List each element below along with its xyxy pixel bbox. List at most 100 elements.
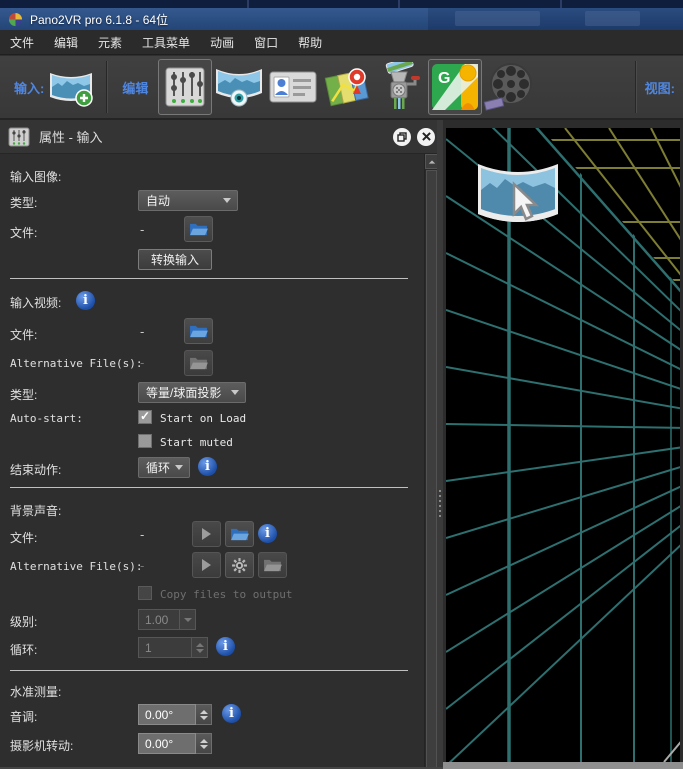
viewing-parameters-button[interactable] [212, 59, 266, 115]
corner-line [664, 738, 680, 762]
chevron-down-icon [184, 618, 192, 622]
sliders-icon [8, 127, 30, 147]
roll-spinner[interactable]: 0.00° [138, 733, 212, 754]
chevron-up-icon [196, 643, 204, 647]
info-icon[interactable]: i [216, 637, 235, 656]
background-divider [560, 0, 562, 8]
panorama-drop-icon [478, 164, 558, 222]
add-input-button[interactable] [44, 59, 98, 115]
panorama-eye-icon [214, 65, 264, 109]
window-title: Pano2VR pro 6.1.8 - 64位 [30, 11, 168, 28]
sound-file-value: - [140, 527, 144, 542]
play-sound-button[interactable] [192, 521, 221, 547]
street-view-button[interactable]: G [428, 59, 482, 115]
scrollbar-thumb[interactable] [426, 170, 437, 768]
loop-value: 1 [138, 637, 192, 658]
map-pin-icon [324, 64, 370, 110]
menu-tools[interactable]: 工具菜单 [132, 30, 200, 55]
projection-type-dropdown[interactable]: 等量/球面投影 [138, 382, 246, 403]
convert-input-button[interactable]: 转换输入 [138, 249, 212, 270]
viewport-canvas[interactable] [446, 128, 680, 762]
open-alt-sound-button[interactable] [258, 552, 287, 578]
toolbar-separator [635, 61, 637, 113]
panel-title: 属性 - 输入 [39, 127, 103, 146]
info-icon[interactable]: i [222, 704, 241, 723]
menu-animation[interactable]: 动画 [200, 30, 244, 55]
chevron-down-icon [223, 198, 231, 203]
properties-button[interactable] [158, 59, 212, 115]
alt-files-value: - [140, 355, 144, 370]
loop-spinner[interactable]: 1 [138, 637, 208, 658]
grinder-icon [379, 62, 423, 112]
folder-open-icon [189, 222, 208, 237]
section-input-video: 输入视频: [10, 294, 61, 311]
info-icon[interactable]: i [198, 457, 217, 476]
menu-bar: 文件 编辑 元素 工具菜单 动画 窗口 帮助 [0, 30, 683, 55]
copy-files-checkbox[interactable] [138, 586, 152, 600]
open-sound-file-button[interactable] [225, 521, 254, 547]
level-value: 1.00 [138, 609, 180, 630]
chevron-up-icon [200, 710, 208, 714]
toolbar-separator [106, 61, 108, 113]
tour-map-button[interactable] [320, 59, 374, 115]
info-icon[interactable]: i [258, 524, 277, 543]
menu-window[interactable]: 窗口 [244, 30, 288, 55]
street-view-icon: G [431, 63, 479, 111]
start-muted-checkbox[interactable] [138, 434, 152, 448]
close-panel-button[interactable] [417, 128, 435, 146]
viewport-bottom-strip [443, 762, 683, 769]
float-panel-button[interactable] [393, 128, 411, 146]
image-type-value: 自动 [146, 192, 170, 209]
pitch-value: 0.00° [138, 704, 196, 725]
panorama-add-icon [48, 67, 94, 107]
patch-tool-button[interactable] [374, 59, 428, 115]
file-label: 文件: [10, 326, 37, 343]
splitter-handle[interactable] [439, 490, 441, 517]
chevron-down-icon [231, 390, 239, 395]
menu-file[interactable]: 文件 [0, 30, 44, 55]
file-label: 文件: [10, 529, 37, 546]
pitch-spinner[interactable]: 0.00° [138, 704, 212, 725]
pitch-label: 音调: [10, 708, 37, 725]
image-type-dropdown[interactable]: 自动 [138, 190, 238, 211]
chevron-down-icon [196, 649, 204, 653]
start-muted-label: Start muted [160, 436, 233, 449]
open-video-file-button[interactable] [184, 318, 213, 344]
chevron-down-icon [200, 716, 208, 720]
open-image-file-button[interactable] [184, 216, 213, 242]
roll-label: 摄影机转动: [10, 737, 73, 754]
alt-sound-settings-button[interactable] [225, 552, 254, 578]
title-bar[interactable]: Pano2VR pro 6.1.8 - 64位 [0, 8, 683, 30]
panel-header[interactable]: 属性 - 输入 [0, 120, 443, 154]
float-icon [397, 132, 407, 142]
level-label: 级别: [10, 613, 37, 630]
menu-edit[interactable]: 编辑 [44, 30, 88, 55]
user-data-button[interactable] [266, 59, 320, 115]
end-action-dropdown[interactable]: 循环 [138, 457, 190, 478]
background-divider [247, 0, 249, 8]
projection-type-value: 等量/球面投影 [146, 384, 221, 401]
end-action-label: 结束动作: [10, 461, 61, 478]
menu-help[interactable]: 帮助 [288, 30, 332, 55]
chevron-up-icon [200, 739, 208, 743]
section-input-image: 输入图像: [10, 168, 61, 185]
background-divider [398, 0, 400, 8]
panel-scrollbar[interactable] [424, 154, 437, 769]
level-spinner[interactable]: 1.00 [138, 609, 196, 630]
open-alt-video-button[interactable] [184, 350, 213, 376]
menu-elements[interactable]: 元素 [88, 30, 132, 55]
background-desktop-strip [0, 0, 683, 8]
chevron-down-icon [175, 465, 183, 470]
info-icon[interactable]: i [76, 291, 95, 310]
divider [10, 670, 408, 671]
video-output-button[interactable] [482, 59, 536, 115]
play-alt-sound-button[interactable] [192, 552, 221, 578]
viewport[interactable] [443, 120, 683, 769]
close-icon [422, 132, 431, 141]
start-on-load-checkbox[interactable] [138, 410, 152, 424]
folder-open-icon [189, 324, 208, 339]
background-window [455, 11, 540, 26]
panel-body: 输入图像: 类型: 自动 文件: - 转换输入 输入视频: [0, 154, 424, 769]
toolbar-input-label: 输入: [14, 78, 44, 97]
folder-open-icon [230, 527, 249, 542]
